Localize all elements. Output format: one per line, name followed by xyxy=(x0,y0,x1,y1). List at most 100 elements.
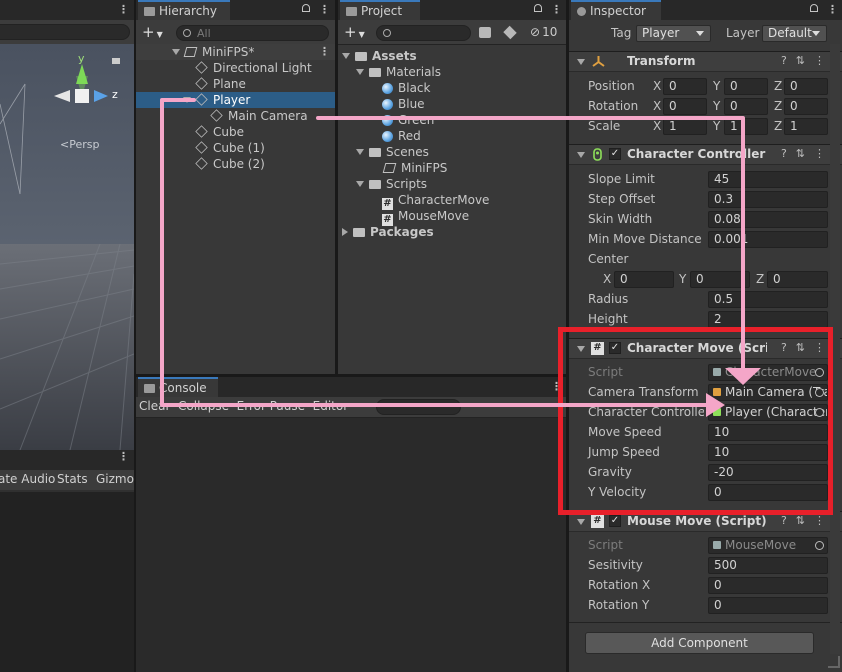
rotation-y-field[interactable]: 0 xyxy=(708,597,828,614)
folder-packages[interactable]: Packages xyxy=(342,224,434,240)
tab-project[interactable]: Project xyxy=(340,0,420,20)
console-toolbar-buttons[interactable]: Clear Collapse Error Pause Editor xyxy=(139,399,348,413)
rotation-z-field[interactable]: 0 xyxy=(784,98,828,115)
hierarchy-item-cube[interactable]: Cube xyxy=(195,124,244,140)
center-z-field[interactable]: 0 xyxy=(767,271,828,288)
scale-x-field[interactable]: 1 xyxy=(663,118,707,135)
hierarchy-scene-row[interactable]: MiniFPS* ⋮ xyxy=(136,44,335,60)
scale-z-field[interactable]: 1 xyxy=(784,118,828,135)
hierarchy-menu-icon[interactable]: ⋮ xyxy=(319,3,330,16)
player-expand-icon[interactable] xyxy=(183,97,191,103)
axis-y-label[interactable]: Y xyxy=(679,272,686,286)
layer-dropdown[interactable]: Default xyxy=(762,25,827,42)
axis-y-label[interactable]: Y xyxy=(713,79,720,93)
gizmos-button[interactable]: Gizmo xyxy=(96,472,134,486)
resize-grip-icon[interactable] xyxy=(828,656,840,668)
skin-width-field[interactable]: 0.08 xyxy=(708,211,828,228)
filter-by-type-icon[interactable] xyxy=(479,27,491,38)
hierarchy-add-button[interactable]: + ▼ xyxy=(142,23,163,41)
scene-view[interactable]: ⋮ y z <Persp xyxy=(0,0,134,450)
sensitivity-field[interactable]: 500 xyxy=(708,557,828,574)
mm-script-field[interactable]: MouseMove xyxy=(708,537,828,554)
expand-icon[interactable] xyxy=(356,181,364,187)
position-z-field[interactable]: 0 xyxy=(784,78,828,95)
axis-z-label[interactable]: Z xyxy=(774,79,782,93)
rotation-x-field[interactable]: 0 xyxy=(708,577,828,594)
asset-script-mousemove[interactable]: # MouseMove xyxy=(382,208,469,226)
stats-button[interactable]: Stats xyxy=(57,472,88,486)
rotation-y-field[interactable]: 0 xyxy=(724,98,768,115)
scene-expand-icon[interactable] xyxy=(172,49,180,55)
component-header-icons[interactable]: ?⇅⋮ xyxy=(781,514,834,527)
game-view-panel[interactable]: ⋮ ate Audio Stats Gizmo xyxy=(0,450,134,672)
inspector-lock-icon[interactable] xyxy=(810,4,818,12)
component-header-icons[interactable]: ?⇅⋮ xyxy=(781,54,834,67)
center-y-field[interactable]: 0 xyxy=(690,271,750,288)
scene-row-menu-icon[interactable]: ⋮ xyxy=(319,44,330,60)
folder-scripts[interactable]: Scripts xyxy=(356,176,427,192)
hierarchy-item-directional-light[interactable]: Directional Light xyxy=(195,60,312,76)
step-offset-field[interactable]: 0.3 xyxy=(708,191,828,208)
persp-label[interactable]: <Persp xyxy=(60,138,99,151)
position-y-field[interactable]: 0 xyxy=(724,78,768,95)
asset-material-blue[interactable]: Blue xyxy=(382,96,425,112)
transform-header[interactable]: Transform ?⇅⋮ xyxy=(569,51,842,72)
axis-x-label[interactable]: X xyxy=(603,272,611,286)
axis-z-label[interactable]: Z xyxy=(774,119,782,133)
hierarchy-item-cube-2[interactable]: Cube (2) xyxy=(195,156,265,172)
expand-icon[interactable] xyxy=(356,149,364,155)
fold-icon[interactable] xyxy=(577,519,585,525)
hierarchy-item-main-camera[interactable]: Main Camera xyxy=(210,108,308,124)
height-field[interactable]: 2 xyxy=(708,311,828,328)
mouse-move-enabled-checkbox[interactable]: ✓ xyxy=(609,515,621,527)
expand-icon[interactable] xyxy=(356,69,364,75)
hierarchy-item-player[interactable]: Player xyxy=(136,92,335,108)
console-log-area[interactable] xyxy=(136,418,566,672)
axis-y-label[interactable]: Y xyxy=(713,119,720,133)
axis-z-label[interactable]: Z xyxy=(774,99,782,113)
tab-hierarchy[interactable]: Hierarchy xyxy=(138,0,230,20)
axis-y-label[interactable]: Y xyxy=(713,99,720,113)
asset-material-black[interactable]: Black xyxy=(382,80,430,96)
folder-assets[interactable]: Assets xyxy=(342,48,417,64)
hierarchy-item-plane[interactable]: Plane xyxy=(195,76,246,92)
scene-search-input[interactable] xyxy=(0,24,130,40)
hierarchy-search-input[interactable]: All xyxy=(176,25,329,41)
tab-inspector[interactable]: Inspector xyxy=(571,0,661,20)
scene-menu-icon[interactable]: ⋮ xyxy=(118,3,129,16)
fold-icon[interactable] xyxy=(577,152,585,158)
rotation-x-field[interactable]: 0 xyxy=(663,98,707,115)
fold-icon[interactable] xyxy=(577,59,585,65)
add-component-button[interactable]: Add Component xyxy=(585,632,814,654)
position-x-field[interactable]: 0 xyxy=(663,78,707,95)
project-search-input[interactable] xyxy=(376,25,471,41)
mute-audio-button[interactable]: ate Audio xyxy=(0,472,55,486)
axis-z-label[interactable]: Z xyxy=(756,272,764,286)
console-search-input[interactable] xyxy=(376,399,461,415)
folder-scenes[interactable]: Scenes xyxy=(356,144,429,160)
game-view-menu-icon[interactable]: ⋮ xyxy=(118,450,129,463)
folder-materials[interactable]: Materials xyxy=(356,64,441,80)
axis-x-label[interactable]: X xyxy=(653,99,661,113)
inspector-menu-icon[interactable]: ⋮ xyxy=(827,3,838,16)
hidden-packages-icon[interactable]: ⊘ 10 xyxy=(530,25,557,39)
tag-dropdown[interactable]: Player xyxy=(636,25,711,42)
hierarchy-lock-icon[interactable] xyxy=(302,4,310,12)
min-move-distance-field[interactable]: 0.001 xyxy=(708,231,828,248)
expand-icon[interactable] xyxy=(342,53,350,59)
project-lock-icon[interactable] xyxy=(534,4,542,12)
asset-material-red[interactable]: Red xyxy=(382,128,421,144)
slope-limit-field[interactable]: 45 xyxy=(708,171,828,188)
collapse-icon[interactable] xyxy=(342,228,348,236)
center-x-field[interactable]: 0 xyxy=(614,271,674,288)
project-add-button[interactable]: + ▼ xyxy=(344,23,365,41)
object-picker-icon[interactable] xyxy=(815,541,824,550)
axis-x-label[interactable]: X xyxy=(653,119,661,133)
game-view-canvas[interactable] xyxy=(0,492,134,672)
project-menu-icon[interactable]: ⋮ xyxy=(551,3,562,16)
asset-material-green[interactable]: Green xyxy=(382,112,434,128)
gizmo-lock-icon[interactable] xyxy=(112,58,120,64)
character-controller-enabled-checkbox[interactable]: ✓ xyxy=(609,148,621,160)
character-controller-header[interactable]: ✓ Character Controller ?⇅⋮ xyxy=(569,144,842,165)
axis-x-label[interactable]: X xyxy=(653,79,661,93)
